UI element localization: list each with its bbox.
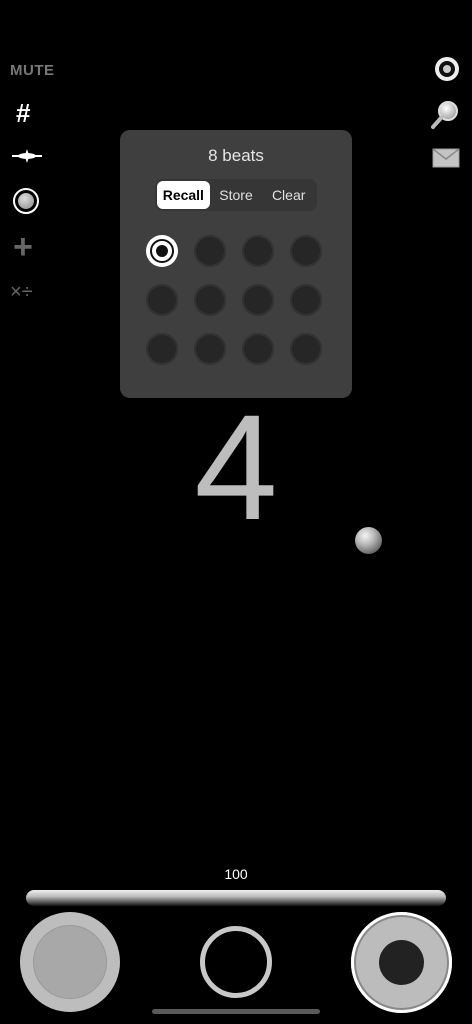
clear-button[interactable]: Clear	[262, 181, 315, 209]
preset-slots-grid	[146, 235, 332, 365]
math-button[interactable]: ×÷	[10, 280, 33, 304]
tuner-icon[interactable]	[12, 146, 42, 166]
preset-slot-6[interactable]	[194, 284, 226, 316]
tap-button[interactable]	[20, 912, 120, 1012]
tempo-slider[interactable]	[26, 890, 446, 906]
mute-button[interactable]: MUTE	[10, 62, 55, 79]
preset-slot-12[interactable]	[290, 333, 322, 365]
time-signature-button[interactable]: #	[16, 98, 30, 128]
record-icon[interactable]	[435, 57, 459, 81]
mail-icon[interactable]	[432, 148, 460, 168]
preset-slot-7[interactable]	[242, 284, 274, 316]
preset-slot-3[interactable]	[242, 235, 274, 267]
preset-slot-9[interactable]	[146, 333, 178, 365]
center-button[interactable]	[200, 926, 272, 998]
preset-slot-8[interactable]	[290, 284, 322, 316]
plus-button[interactable]: +	[13, 230, 33, 264]
preset-slot-5[interactable]	[146, 284, 178, 316]
popup-title: 8 beats	[208, 146, 264, 165]
preset-slot-2[interactable]	[194, 235, 226, 267]
tempo-value: 100	[224, 866, 248, 882]
magnifier-icon[interactable]	[430, 100, 460, 130]
left-toolbar: MUTE # + ×÷	[0, 0, 60, 320]
preset-slot-4[interactable]	[290, 235, 322, 267]
beat-ball	[355, 527, 382, 554]
preset-slot-11[interactable]	[242, 333, 274, 365]
record-icon[interactable]	[13, 188, 39, 214]
preset-slot-1[interactable]	[146, 235, 178, 267]
beat-number: 4	[194, 383, 278, 551]
preset-popup: 8 beats Recall Store Clear	[120, 130, 352, 398]
preset-segmented-control: Recall Store Clear	[155, 179, 317, 211]
start-stop-button[interactable]	[351, 912, 452, 1013]
preset-slot-10[interactable]	[194, 333, 226, 365]
store-button[interactable]: Store	[210, 181, 263, 209]
recall-button[interactable]: Recall	[157, 181, 210, 209]
home-indicator	[152, 1009, 320, 1014]
